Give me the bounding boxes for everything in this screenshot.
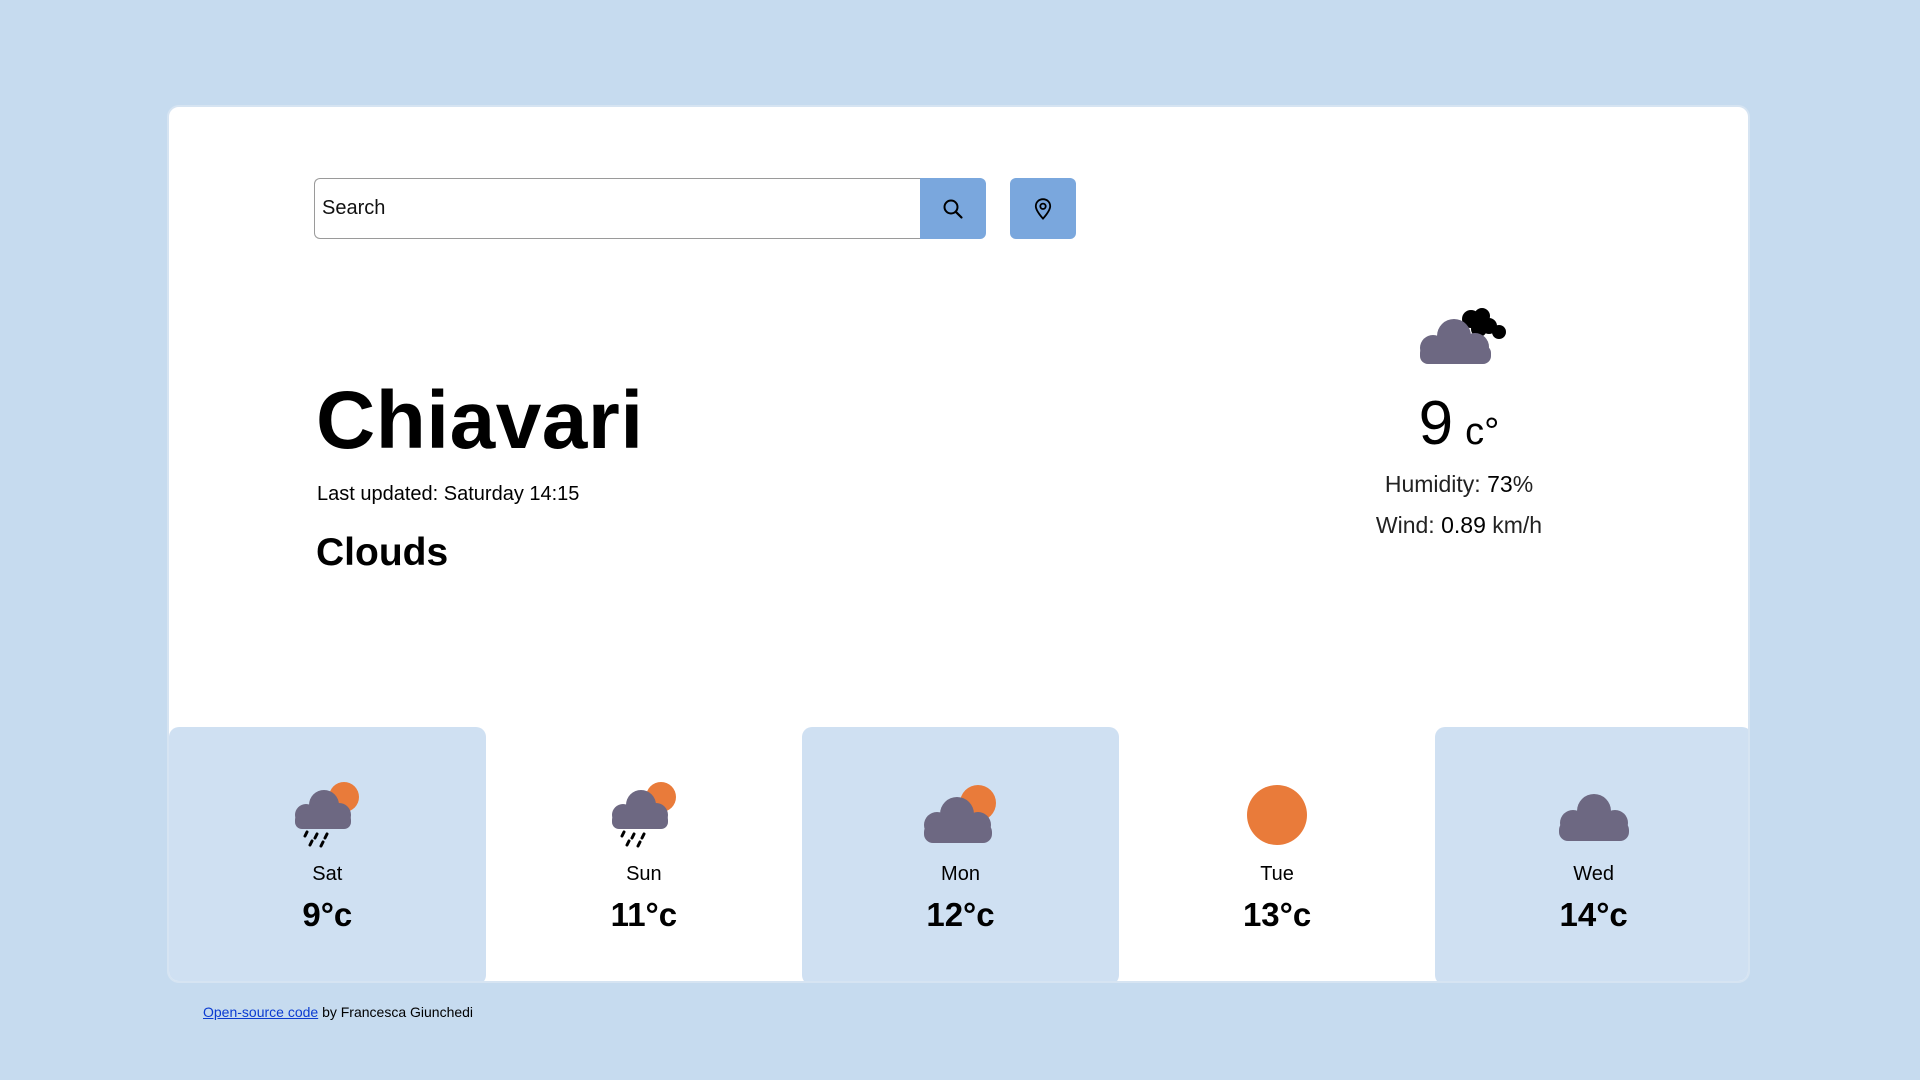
forecast-day-temp: 11°c xyxy=(610,896,678,933)
temperature-unit: c° xyxy=(1465,411,1500,453)
weather-condition: Clouds xyxy=(316,531,449,574)
forecast: Sat 9°c Sun 11°c Mon 12°c Tue 13°c Wed 1… xyxy=(169,727,1748,981)
temperature-value: 9 xyxy=(1418,389,1454,458)
forecast-day-name: Sat xyxy=(312,863,343,885)
forecast-day-name: Wed xyxy=(1573,863,1615,885)
forecast-day: Wed 14°c xyxy=(1435,727,1748,981)
search-form xyxy=(314,178,1076,239)
humidity-value: 73 xyxy=(1487,471,1513,497)
forecast-day-temp: 9°c xyxy=(302,896,353,933)
forecast-day: Mon 12°c xyxy=(802,727,1119,981)
search-input[interactable] xyxy=(314,178,920,239)
forecast-day-name: Mon xyxy=(941,863,980,885)
current-location-button[interactable] xyxy=(1010,178,1076,239)
cloud-icon xyxy=(1420,308,1506,364)
forecast-day-temp: 14°c xyxy=(1559,896,1628,933)
cloud-sun-icon xyxy=(924,785,997,843)
humidity: Humidity: 73% xyxy=(1339,471,1579,498)
search-icon xyxy=(943,199,963,219)
current-weather: 9 c° Humidity: 73% Wind: 0.89 km/h xyxy=(1339,299,1579,539)
wind-suffix: km/h xyxy=(1492,512,1543,538)
forecast-day: Sun 11°c xyxy=(486,727,803,981)
location-pin-icon xyxy=(1034,197,1052,220)
rain-sun-icon xyxy=(295,782,360,848)
forecast-day: Sat 9°c xyxy=(169,727,486,981)
rain-sun-icon xyxy=(611,782,676,848)
open-source-link[interactable]: Open-source code xyxy=(203,1004,318,1020)
wind: Wind: 0.89 km/h xyxy=(1339,512,1579,539)
forecast-day-name: Tue xyxy=(1260,863,1294,885)
wind-value: 0.89 xyxy=(1441,512,1486,538)
current-temperature: 9 c° xyxy=(1339,393,1579,455)
cloud-icon xyxy=(1558,794,1629,841)
sun-icon xyxy=(1247,785,1308,845)
forecast-day-temp: 13°c xyxy=(1242,896,1312,933)
forecast-day-name: Sun xyxy=(626,863,662,885)
footer-credit: by Francesca Giunchedi xyxy=(318,1004,474,1020)
search-button[interactable] xyxy=(920,178,986,239)
humidity-label: Humidity: xyxy=(1384,471,1481,497)
footer: Open-source code by Francesca Giunchedi xyxy=(203,1004,473,1020)
forecast-day-temp: 12°c xyxy=(926,896,995,933)
last-updated: Last updated: Saturday 14:15 xyxy=(317,483,580,505)
wind-label: Wind: xyxy=(1375,512,1435,538)
city-name: Chiavari xyxy=(316,375,644,466)
humidity-suffix: % xyxy=(1512,471,1534,497)
weather-card: Chiavari Last updated: Saturday 14:15 Cl… xyxy=(167,105,1750,983)
forecast-day: Tue 13°c xyxy=(1119,727,1436,981)
